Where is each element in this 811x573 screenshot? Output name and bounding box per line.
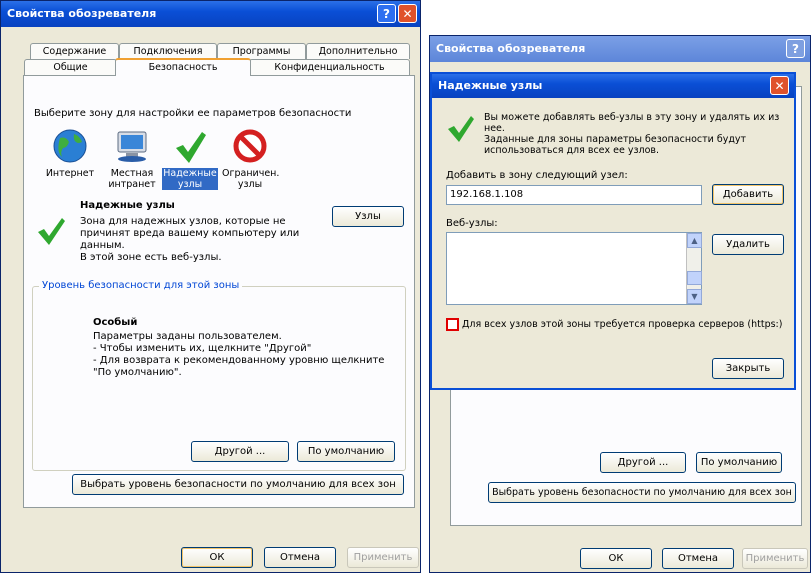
apply-button: Применить <box>347 547 419 568</box>
tab-programs[interactable]: Программы <box>217 43 306 59</box>
scroll-up-icon[interactable]: ▲ <box>687 233 702 248</box>
restricted-icon <box>233 129 267 163</box>
custom-level-button[interactable]: Другой ... <box>191 441 289 462</box>
scroll-down-icon[interactable]: ▼ <box>687 289 702 304</box>
add-site-button[interactable]: Добавить <box>712 184 784 205</box>
security-level-text: Параметры заданы пользователем. - Чтобы … <box>93 331 385 378</box>
add-site-input[interactable]: 192.168.1.108 <box>446 185 702 205</box>
tab-advanced[interactable]: Дополнительно <box>306 43 410 59</box>
ok-button[interactable]: ОК <box>181 547 253 568</box>
tab-security[interactable]: Безопасность <box>115 58 251 76</box>
title-bar-background[interactable]: Свойства обозревателя ? <box>430 36 810 62</box>
add-site-label: Добавить в зону следующий узел: <box>446 170 628 181</box>
reset-all-zones-button[interactable]: Выбрать уровень безопасности по умолчани… <box>72 474 404 495</box>
security-level-group: Уровень безопасности для этой зоны Особы… <box>32 280 406 471</box>
ok-button-background[interactable]: ОК <box>580 548 652 569</box>
default-level-button-background[interactable]: По умолчанию <box>696 452 782 473</box>
security-level-title: Уровень безопасности для этой зоны <box>39 280 243 291</box>
tab-connections[interactable]: Подключения <box>119 43 217 59</box>
close-button[interactable]: ✕ <box>398 4 417 23</box>
custom-level-button-background[interactable]: Другой ... <box>600 452 686 473</box>
sites-button[interactable]: Узлы <box>332 206 404 227</box>
trusted-close-button[interactable]: Закрыть <box>712 358 784 379</box>
reset-all-zones-button-background[interactable]: Выбрать уровень безопасности по умолчани… <box>488 482 796 503</box>
zone-trusted[interactable]: Надежные узлы <box>160 126 220 190</box>
intranet-icon <box>117 131 147 162</box>
tab-privacy[interactable]: Конфиденциальность <box>249 59 410 75</box>
zone-intranet[interactable]: Местная интранет <box>102 126 162 190</box>
tab-content[interactable]: Содержание <box>30 43 119 59</box>
trusted-close-icon[interactable]: ✕ <box>770 76 789 95</box>
security-panel: Выберите зону для настройки ее параметро… <box>23 75 415 508</box>
security-level-name: Особый <box>93 317 138 328</box>
trusted-check-icon <box>176 132 206 163</box>
remove-site-button[interactable]: Удалить <box>712 234 784 255</box>
globe-icon <box>53 129 87 163</box>
apply-button-background: Применить <box>742 548 808 569</box>
zone-label-restricted: Ограничен. узлы <box>222 168 280 190</box>
zone-label-trusted: Надежные узлы <box>162 168 218 190</box>
https-checkbox-label: Для всех узлов этой зоны требуется прове… <box>462 319 783 330</box>
zone-title: Надежные узлы <box>80 200 175 211</box>
zone-description: Зона для надежных узлов, которые не прич… <box>80 216 300 263</box>
sites-list-label: Веб-узлы: <box>446 218 498 229</box>
cancel-button-background[interactable]: Отмена <box>662 548 734 569</box>
trusted-window-title: Надежные узлы <box>438 79 543 92</box>
sites-scrollbar[interactable]: ▲ ▼ <box>686 233 702 304</box>
default-level-button[interactable]: По умолчанию <box>297 441 395 462</box>
trusted-title-bar[interactable]: Надежные узлы ✕ <box>432 74 794 98</box>
zone-label-intranet: Местная интранет <box>108 168 156 190</box>
trusted-sites-dialog: Надежные узлы ✕ Вы можете добавлять веб-… <box>430 72 796 390</box>
https-checkbox[interactable] <box>446 318 459 331</box>
zone-prompt: Выберите зону для настройки ее параметро… <box>34 108 352 119</box>
zone-check-icon <box>38 218 65 245</box>
zone-internet[interactable]: Интернет <box>40 126 100 186</box>
zone-label-internet: Интернет <box>45 168 95 179</box>
window-title-background: Свойства обозревателя <box>436 42 586 55</box>
sites-listbox[interactable]: ▲ ▼ <box>446 232 702 305</box>
trusted-info-text: Вы можете добавлять веб-узлы в эту зону … <box>484 112 780 156</box>
title-bar[interactable]: Свойства обозревателя ? ✕ <box>1 1 420 27</box>
help-button[interactable]: ? <box>377 4 396 23</box>
trusted-check-icon-dialog <box>448 116 474 142</box>
internet-options-dialog: Свойства обозревателя ? ✕ Содержание Под… <box>0 0 421 573</box>
window-title: Свойства обозревателя <box>7 7 157 20</box>
scroll-thumb[interactable] <box>687 271 702 285</box>
cancel-button[interactable]: Отмена <box>264 547 336 568</box>
help-button-background[interactable]: ? <box>786 39 805 58</box>
tab-general[interactable]: Общие <box>24 59 117 75</box>
zone-restricted[interactable]: Ограничен. узлы <box>220 126 280 190</box>
